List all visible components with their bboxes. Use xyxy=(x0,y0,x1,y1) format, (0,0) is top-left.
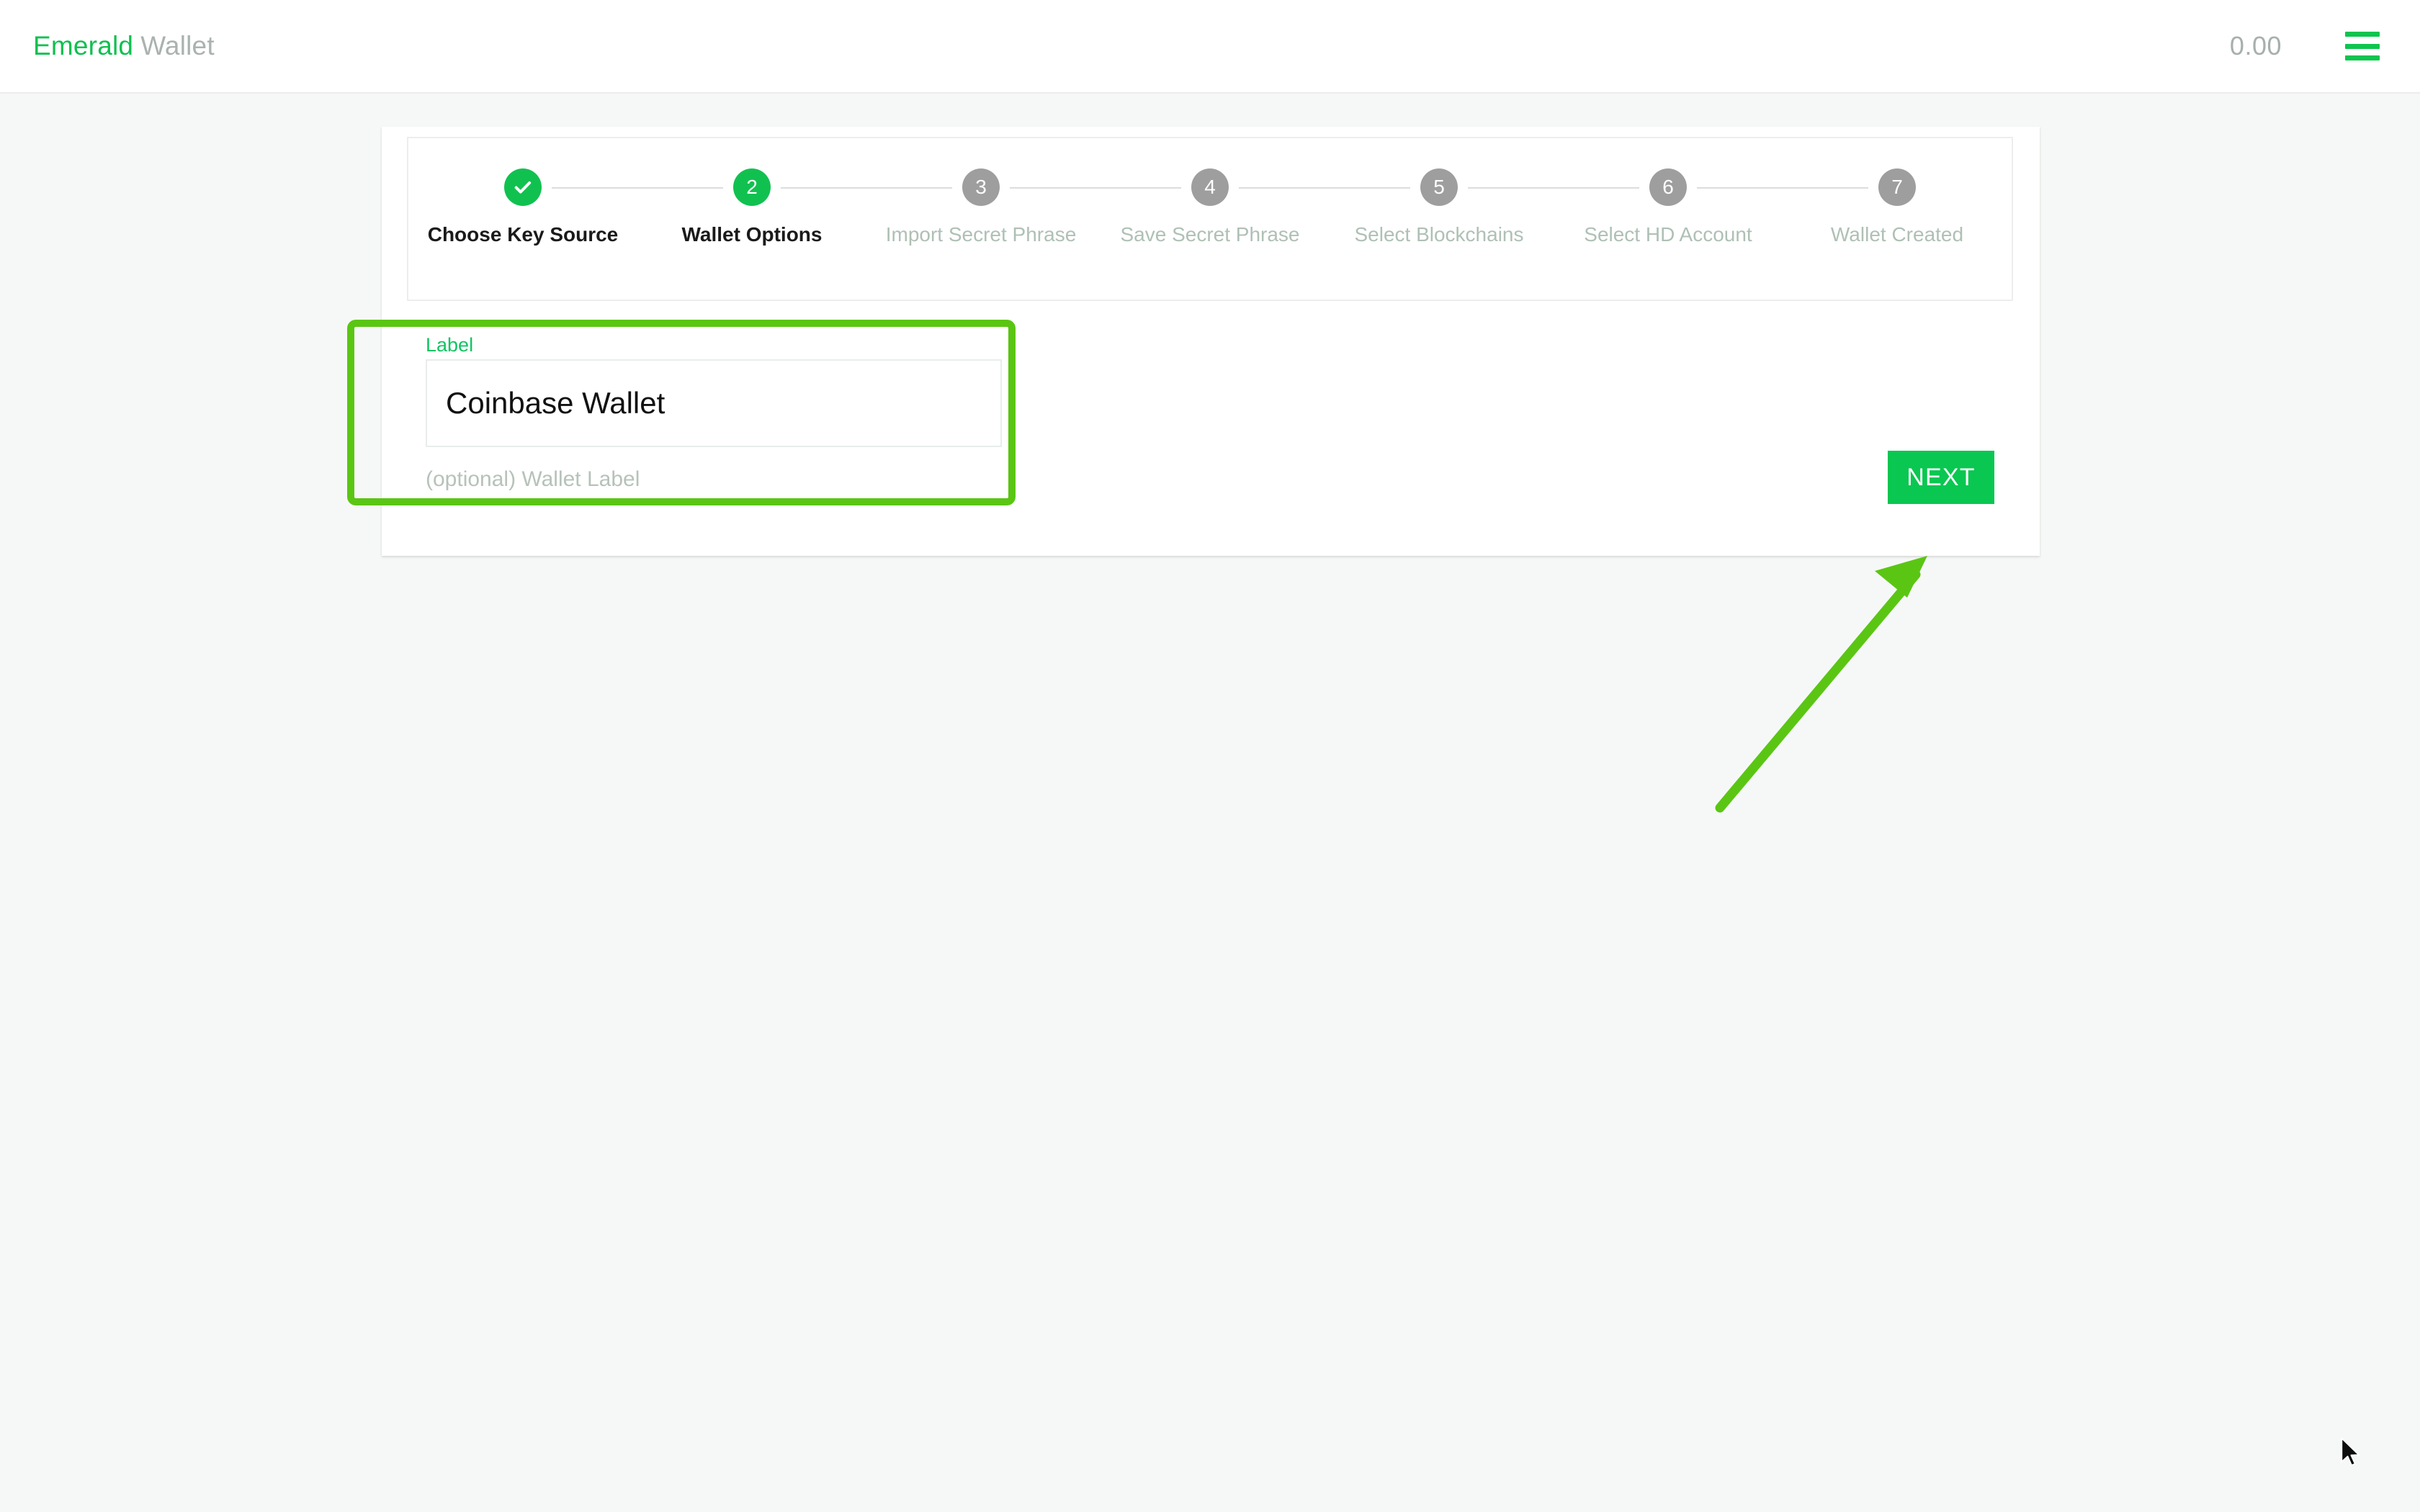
step-bubble-1 xyxy=(504,168,542,206)
step-label-3: Import Secret Phrase xyxy=(886,223,1077,246)
next-button[interactable]: NEXT xyxy=(1888,451,1994,504)
wizard-step-1[interactable]: Choose Key Source xyxy=(408,168,637,246)
wallet-label-helper-text: (optional) Wallet Label xyxy=(426,467,1002,492)
step-label-5: Select Blockchains xyxy=(1354,223,1523,246)
label-field-caption: Label xyxy=(426,336,1002,355)
header-right-group: 0.00 xyxy=(2230,31,2380,61)
hamburger-menu-icon[interactable] xyxy=(2345,32,2380,60)
menu-bar-2 xyxy=(2345,44,2380,49)
step-bubble-7: 7 xyxy=(1878,168,1916,206)
stepper-panel: Choose Key Source 2 Wallet Options 3 Import … xyxy=(407,137,2013,301)
app-header: EmeraldWallet 0.00 xyxy=(0,0,2420,94)
step-connector-5 xyxy=(1468,187,1639,189)
wallet-label-input[interactable] xyxy=(426,359,1002,447)
wizard-step-6[interactable]: 6 Select HD Account xyxy=(1554,168,1783,246)
step-connector-6 xyxy=(1697,187,1868,189)
label-field-group: Label (optional) Wallet Label xyxy=(426,336,1002,492)
total-balance: 0.00 xyxy=(2230,31,2282,61)
wizard-step-2[interactable]: 2 Wallet Options xyxy=(637,168,866,246)
step-number-6: 6 xyxy=(1662,176,1674,199)
wizard-card: Choose Key Source 2 Wallet Options 3 Import … xyxy=(382,127,2040,556)
annotation-arrow-icon xyxy=(1707,540,1945,821)
step-number-7: 7 xyxy=(1891,176,1903,199)
step-bubble-4: 4 xyxy=(1191,168,1229,206)
step-connector-1 xyxy=(552,187,723,189)
wizard-step-7[interactable]: 7 Wallet Created xyxy=(1783,168,2012,246)
wizard-step-3[interactable]: 3 Import Secret Phrase xyxy=(866,168,1095,246)
step-connector-2 xyxy=(781,187,952,189)
menu-bar-1 xyxy=(2345,32,2380,37)
wizard-stepper: Choose Key Source 2 Wallet Options 3 Import … xyxy=(408,138,2012,300)
step-label-2: Wallet Options xyxy=(682,223,823,246)
wizard-step-4[interactable]: 4 Save Secret Phrase xyxy=(1095,168,1325,246)
wizard-step-5[interactable]: 5 Select Blockchains xyxy=(1325,168,1554,246)
step-label-4: Save Secret Phrase xyxy=(1120,223,1299,246)
step-connector-3 xyxy=(1010,187,1181,189)
step-number-4: 4 xyxy=(1204,176,1216,199)
app-brand[interactable]: EmeraldWallet xyxy=(33,31,215,61)
step-label-1: Choose Key Source xyxy=(428,223,619,246)
brand-name-primary: Emerald xyxy=(33,31,133,60)
step-bubble-6: 6 xyxy=(1649,168,1687,206)
wallet-options-form: Label (optional) Wallet Label NEXT xyxy=(407,314,2013,544)
step-bubble-2: 2 xyxy=(733,168,771,206)
menu-bar-3 xyxy=(2345,55,2380,60)
step-number-2: 2 xyxy=(746,176,758,199)
step-bubble-5: 5 xyxy=(1420,168,1458,206)
brand-name-secondary: Wallet xyxy=(140,31,215,60)
mouse-cursor-icon xyxy=(2339,1437,2364,1469)
step-label-7: Wallet Created xyxy=(1831,223,1963,246)
step-number-5: 5 xyxy=(1433,176,1445,199)
step-label-6: Select HD Account xyxy=(1584,223,1752,246)
step-bubble-3: 3 xyxy=(962,168,1000,206)
check-icon xyxy=(512,176,534,198)
step-number-3: 3 xyxy=(975,176,987,199)
step-connector-4 xyxy=(1239,187,1410,189)
